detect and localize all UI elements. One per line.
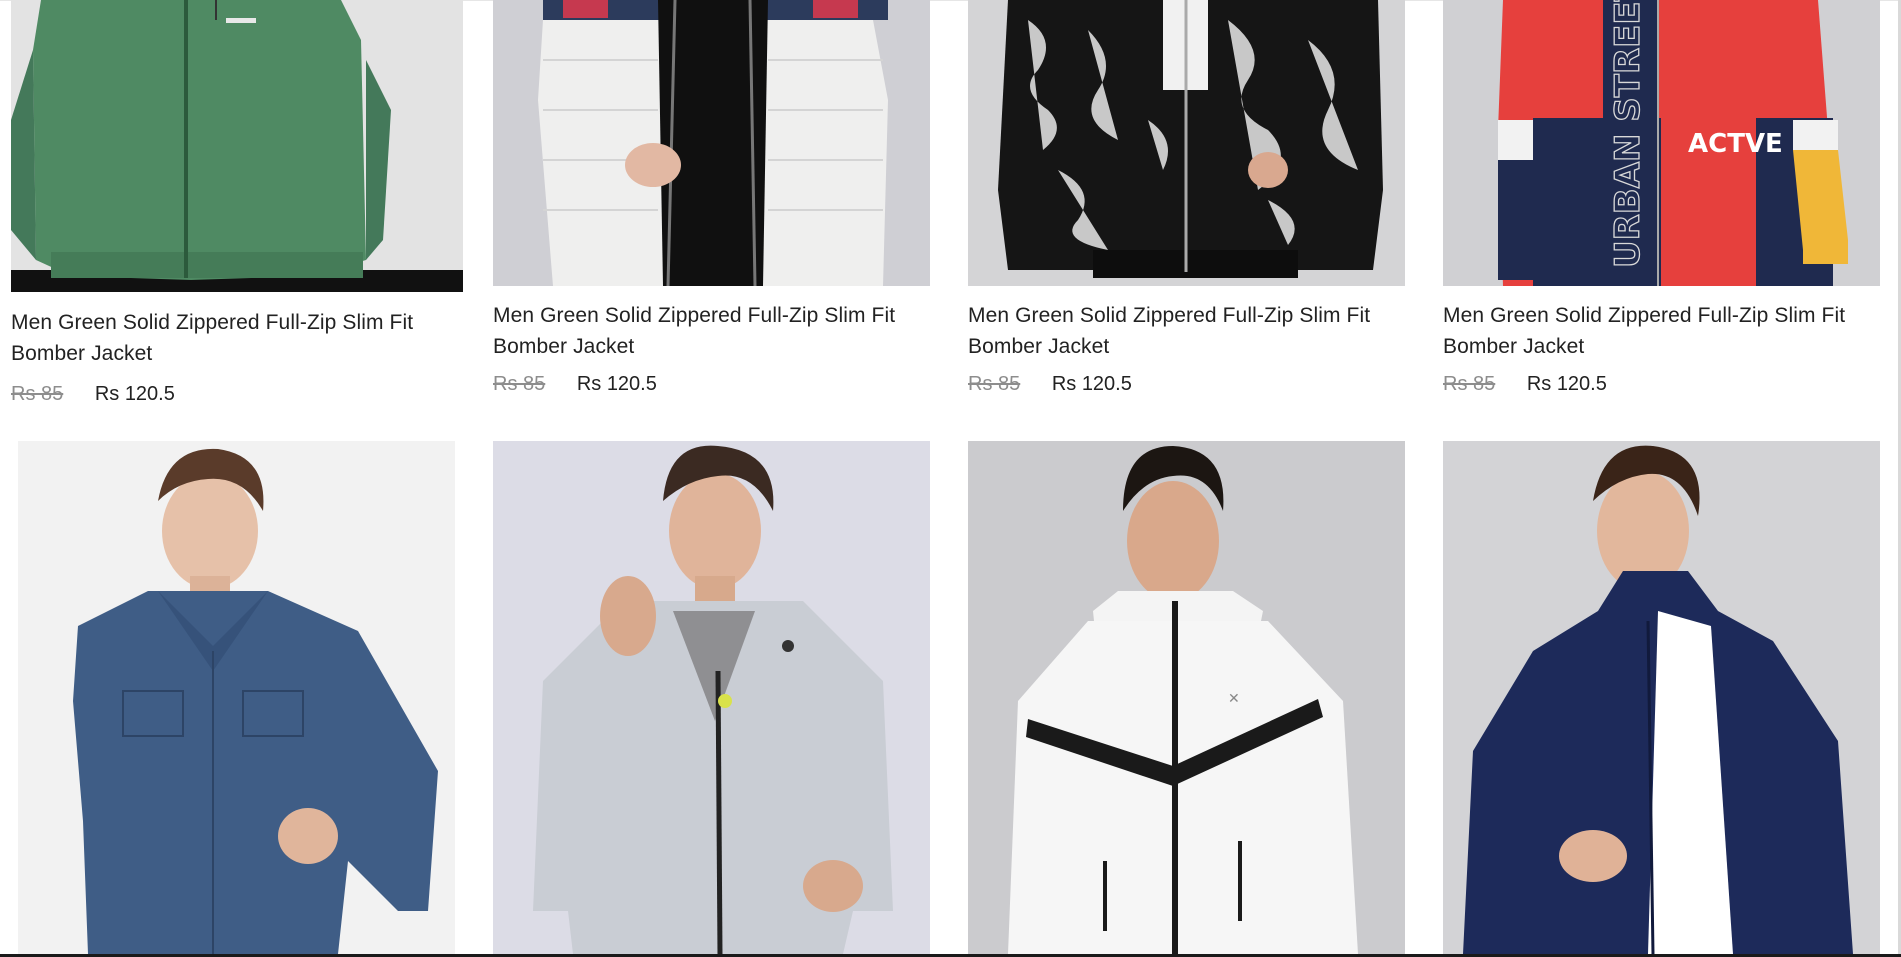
product-image-marble-bomber[interactable]: [968, 0, 1405, 286]
product-card[interactable]: Men Green Solid Zippered Full-Zip Slim F…: [11, 0, 463, 410]
price-row: Rs 85 Rs 120.5: [493, 373, 657, 396]
product-image-denim-jacket[interactable]: [18, 441, 455, 954]
product-image-green-jacket[interactable]: [11, 0, 463, 292]
product-card[interactable]: [493, 441, 930, 957]
sale-price: Rs 120.5: [1051, 373, 1132, 395]
original-price: Rs 85: [1443, 373, 1496, 395]
product-card[interactable]: [1443, 441, 1880, 957]
product-title[interactable]: Men Green Solid Zippered Full-Zip Slim F…: [968, 300, 1405, 362]
product-title[interactable]: Men Green Solid Zippered Full-Zip Slim F…: [493, 300, 930, 362]
original-price: Rs 85: [11, 383, 64, 405]
original-price: Rs 85: [968, 373, 1021, 395]
product-image-white-windbreaker[interactable]: ✕: [968, 441, 1405, 954]
product-card[interactable]: Men Green Solid Zippered Full-Zip Slim F…: [493, 0, 930, 400]
sale-price: Rs 120.5: [576, 373, 657, 395]
jacket-print-text: URBAN STREET: [1608, 0, 1648, 268]
jacket-print-text: ACTVE: [1688, 129, 1783, 159]
price-row: Rs 85 Rs 120.5: [1443, 373, 1607, 396]
price-row: Rs 85 Rs 120.5: [968, 373, 1132, 396]
product-title[interactable]: Men Green Solid Zippered Full-Zip Slim F…: [11, 307, 451, 369]
product-title[interactable]: Men Green Solid Zippered Full-Zip Slim F…: [1443, 300, 1880, 362]
product-card[interactable]: [18, 441, 455, 957]
price-row: Rs 85 Rs 120.5: [11, 383, 175, 406]
product-image-grey-track-jacket[interactable]: [493, 441, 930, 954]
original-price: Rs 85: [493, 373, 546, 395]
sale-price: Rs 120.5: [1526, 373, 1607, 395]
logo-mark: ✕: [1228, 691, 1240, 707]
product-card[interactable]: ✕: [968, 441, 1405, 957]
product-card[interactable]: Men Green Solid Zippered Full-Zip Slim F…: [968, 0, 1405, 400]
sale-price: Rs 120.5: [94, 383, 175, 405]
product-image-urban-street-jacket[interactable]: URBAN STREET ACTVE: [1443, 0, 1880, 286]
product-image-navy-fleece-jacket[interactable]: [1443, 441, 1880, 954]
product-image-white-puffer[interactable]: [493, 0, 930, 286]
product-card[interactable]: URBAN STREET ACTVE Men Green Solid Zippe…: [1443, 0, 1880, 400]
